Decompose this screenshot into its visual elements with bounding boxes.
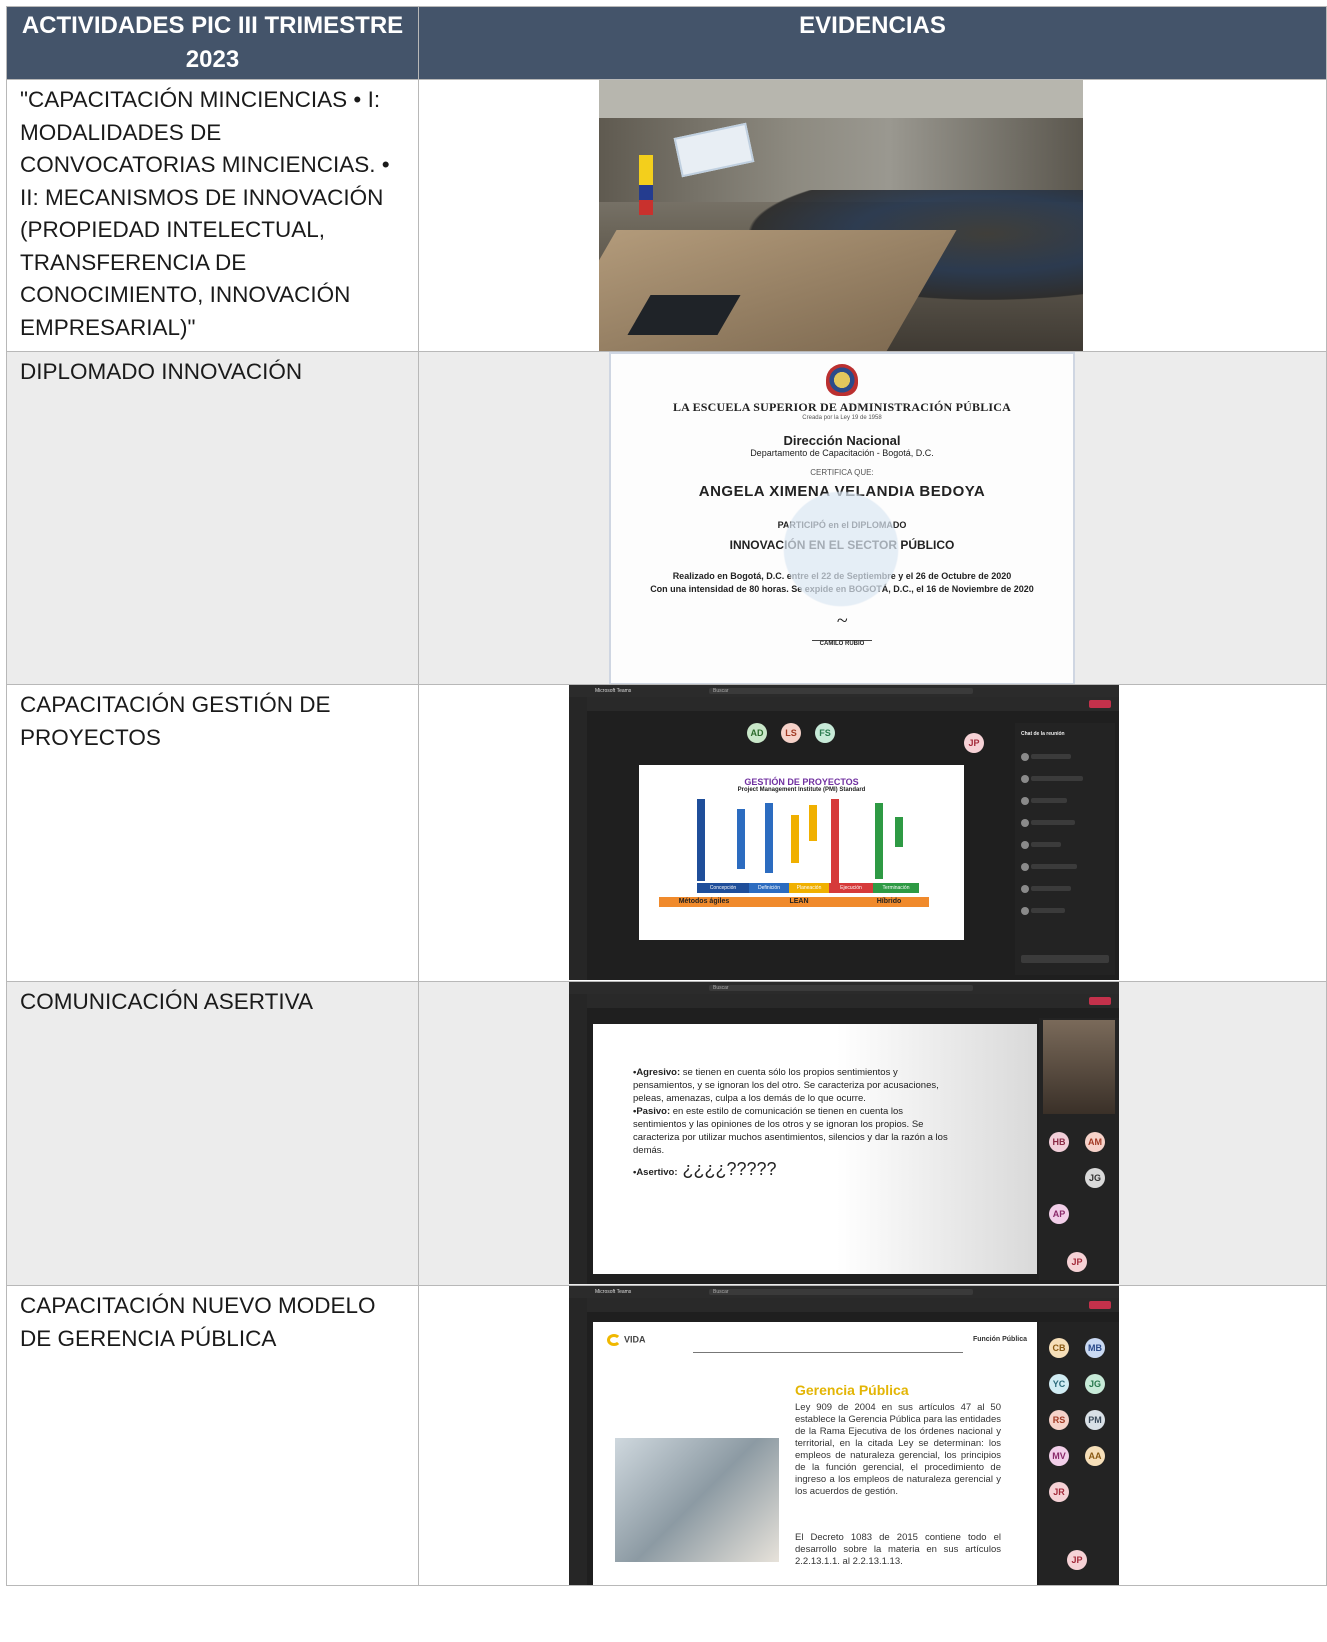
participant-avatar: CB — [1049, 1338, 1069, 1358]
phase-label: Ejecución — [829, 883, 873, 893]
activity-cell: "CAPACITACIÓN MINCIENCIAS • I: MODALIDAD… — [6, 79, 419, 352]
header-evidence: EVIDENCIAS — [418, 6, 1327, 80]
activity-cell: CAPACITACIÓN GESTIÓN DE PROYECTOS — [6, 684, 419, 982]
table-row: COMUNICACIÓN ASERTIVA Buscar •Agresivo: … — [6, 981, 1327, 1286]
leave-button — [1089, 700, 1111, 708]
comunicacion-asertiva-slide: •Agresivo: se tienen en cuenta sólo los … — [593, 1024, 1037, 1274]
evidence-cell: Microsoft Teams Buscar VIDA Función Públi… — [418, 1285, 1327, 1586]
participant-avatar: JP — [1067, 1550, 1087, 1570]
slide-subtitle: Project Management Institute (PMI) Stand… — [737, 787, 866, 793]
evidence-cell: Buscar •Agresivo: se tienen en cuenta só… — [418, 981, 1327, 1286]
participant-avatar: HB — [1049, 1132, 1069, 1152]
teams-rail — [569, 697, 587, 980]
evidence-cell — [418, 79, 1327, 352]
teams-rail — [569, 1298, 587, 1585]
teams-screenshot-proyectos: Microsoft Teams Buscar AD LS FS JP GESTIÓ… — [569, 685, 1119, 980]
meeting-chat-panel: Chat de la reunión — [1015, 723, 1115, 975]
table-header-row: ACTIVIDADES PIC III TRIMESTRE 2023 EVIDE… — [6, 6, 1327, 80]
cert-school-sub: Creada por la Ley 19 de 1958 — [802, 415, 882, 421]
leave-button — [1089, 997, 1111, 1005]
colombia-logo-icon — [607, 1334, 621, 1346]
phase-label: Definición — [749, 883, 789, 893]
pasivo-label: •Pasivo: — [633, 1106, 671, 1117]
phase-label: Concepción — [697, 883, 749, 893]
cert-direction: Dirección Nacional — [783, 433, 901, 448]
slide-title: GESTIÓN DE PROYECTOS — [744, 777, 859, 787]
participants-panel: HB AM JG AP JP — [1039, 1018, 1119, 1280]
brand-funcion-publica: Función Pública — [972, 1336, 1027, 1343]
participant-avatar: AA — [1085, 1446, 1105, 1466]
teams-search: Buscar — [709, 1289, 973, 1295]
teams-app-name: Microsoft Teams — [595, 688, 632, 694]
teams-rail — [569, 994, 587, 1284]
table-row: CAPACITACIÓN NUEVO MODELO DE GERENCIA PÚ… — [6, 1285, 1327, 1586]
participant-avatar: RS — [1049, 1410, 1069, 1430]
asertivo-label: •Asertivo: — [633, 1167, 678, 1178]
activities-table: ACTIVIDADES PIC III TRIMESTRE 2023 EVIDE… — [6, 6, 1327, 1586]
participant-avatar: MB — [1085, 1338, 1105, 1358]
participant-avatar: JG — [1085, 1374, 1105, 1394]
evidence-cell: Microsoft Teams Buscar AD LS FS JP GESTIÓ… — [418, 684, 1327, 982]
activity-cell: CAPACITACIÓN NUEVO MODELO DE GERENCIA PÚ… — [6, 1285, 419, 1586]
table-row: DIPLOMADO INNOVACIÓN LA ESCUELA SUPERIOR… — [6, 351, 1327, 685]
participant-avatar: AM — [1085, 1132, 1105, 1152]
participant-avatar: JG — [1085, 1168, 1105, 1188]
participant-avatar: FS — [815, 723, 835, 743]
participant-avatar: JP — [1067, 1252, 1087, 1272]
activity-cell: DIPLOMADO INNOVACIÓN — [6, 351, 419, 685]
diploma-certificate: LA ESCUELA SUPERIOR DE ADMINISTRACIÓN PÚ… — [609, 352, 1075, 684]
participant-avatar: PM — [1085, 1410, 1105, 1430]
pasivo-text: en este estilo de comunicación se tienen… — [633, 1106, 948, 1156]
evidence-cell: LA ESCUELA SUPERIOR DE ADMINISTRACIÓN PÚ… — [418, 351, 1327, 685]
gerencia-paragraph-1: Ley 909 de 2004 en sus artículos 47 al 5… — [795, 1402, 1001, 1497]
participant-avatar: AP — [1049, 1204, 1069, 1224]
table-row: CAPACITACIÓN GESTIÓN DE PROYECTOS Micros… — [6, 684, 1327, 982]
method-label: Híbrido — [849, 897, 929, 907]
participant-avatar: LS — [781, 723, 801, 743]
phase-label: Terminación — [873, 883, 919, 893]
training-room-photo — [599, 80, 1083, 351]
phase-label: Planeación — [789, 883, 829, 893]
flag-image — [639, 155, 653, 215]
asertivo-text: ¿¿¿¿????? — [677, 1159, 777, 1179]
gerencia-title: Gerencia Pública — [795, 1382, 909, 1398]
gestion-proyectos-slide: GESTIÓN DE PROYECTOS Project Management … — [639, 765, 964, 940]
presenter-video — [1043, 1020, 1115, 1114]
table-row: "CAPACITACIÓN MINCIENCIAS • I: MODALIDAD… — [6, 79, 1327, 352]
method-label: Métodos ágiles — [659, 897, 749, 907]
agresivo-label: •Agresivo: — [633, 1067, 681, 1078]
participant-avatar: AD — [747, 723, 767, 743]
gerencia-paragraph-2: El Decreto 1083 de 2015 contiene todo el… — [795, 1532, 1001, 1567]
teams-search: Buscar — [709, 688, 973, 694]
participant-avatar: MV — [1049, 1446, 1069, 1466]
participants-panel: CB MB YC JG RS PM MV AA JR JP — [1039, 1322, 1119, 1585]
participant-avatar: JP — [964, 733, 984, 753]
meeting-photo — [615, 1438, 779, 1562]
teams-search: Buscar — [709, 985, 973, 991]
chat-title: Chat de la reunión — [1021, 731, 1065, 737]
header-activities: ACTIVIDADES PIC III TRIMESTRE 2023 — [6, 6, 419, 80]
cert-school: LA ESCUELA SUPERIOR DE ADMINISTRACIÓN PÚ… — [672, 400, 1012, 414]
brand-vida: VIDA — [624, 1334, 646, 1345]
participant-avatar: JR — [1049, 1482, 1069, 1502]
activity-cell: COMUNICACIÓN ASERTIVA — [6, 981, 419, 1286]
gerencia-publica-slide: VIDA Función Pública Gerencia Pública Le… — [593, 1322, 1037, 1585]
teams-screenshot-asertiva: Buscar •Agresivo: se tienen en cuenta só… — [569, 982, 1119, 1284]
teams-app-name: Microsoft Teams — [595, 1289, 632, 1295]
method-label: LEAN — [749, 897, 849, 907]
coat-of-arms-icon — [826, 364, 858, 396]
participant-avatar: YC — [1049, 1374, 1069, 1394]
leave-button — [1089, 1301, 1111, 1309]
teams-screenshot-gerencia: Microsoft Teams Buscar VIDA Función Públi… — [569, 1286, 1119, 1585]
